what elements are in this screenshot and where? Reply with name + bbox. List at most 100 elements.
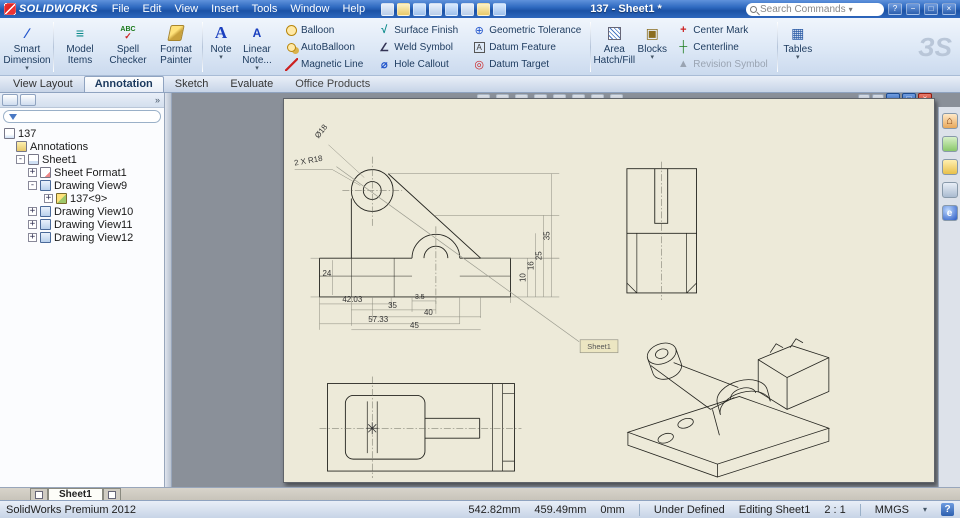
dim-r3[interactable]: 25 xyxy=(534,251,543,260)
dim-diameter[interactable]: Ø18 xyxy=(313,122,330,140)
view-palette-icon[interactable] xyxy=(941,182,958,198)
sheet-tab-active[interactable]: Sheet1 xyxy=(48,488,103,500)
dim-b6[interactable]: 45 xyxy=(410,321,419,330)
help-button[interactable]: ? xyxy=(887,3,902,15)
tree-item-drawing-view9[interactable]: - Drawing View9 xyxy=(0,179,164,192)
tree-item-drawing-view11[interactable]: + Drawing View11 xyxy=(0,218,164,231)
collapse-panel-icon[interactable]: » xyxy=(155,95,162,105)
select-icon[interactable] xyxy=(461,2,475,16)
appearances-icon[interactable]: e xyxy=(941,205,958,221)
autoballoon-button[interactable]: AutoBalloon xyxy=(280,39,367,55)
chevron-down-icon[interactable]: ▾ xyxy=(796,54,800,61)
spell-checker-button[interactable]: ABC ✓ Spell Checker xyxy=(105,20,151,74)
chevron-down-icon[interactable]: ▾ xyxy=(255,65,259,72)
tree-item-sheet-format1[interactable]: + Sheet Format1 xyxy=(0,166,164,179)
minimize-button[interactable]: − xyxy=(905,3,920,15)
sheet-scroll-tab[interactable] xyxy=(102,488,121,500)
dim-r1[interactable]: 10 xyxy=(518,273,527,282)
surface-finish-button[interactable]: √ Surface Finish xyxy=(373,22,462,38)
chevron-down-icon[interactable]: ▾ xyxy=(219,54,223,61)
smart-dimension-button[interactable]: ∕ Smart Dimension ▾ xyxy=(3,20,50,74)
format-painter-button[interactable]: Format Painter xyxy=(153,20,199,74)
menu-insert[interactable]: Insert xyxy=(205,2,245,16)
centerline-button[interactable]: ┼ Centerline xyxy=(672,39,771,55)
expand-toggle[interactable]: + xyxy=(28,168,37,177)
datum-feature-button[interactable]: A Datum Feature xyxy=(468,39,585,55)
expand-toggle[interactable]: + xyxy=(28,233,37,242)
area-hatch-button[interactable]: Area Hatch/Fill xyxy=(593,20,635,74)
dim-r4[interactable]: 35 xyxy=(542,231,551,240)
solidworks-resources-icon[interactable]: ⌂ xyxy=(941,113,958,129)
expand-toggle[interactable]: + xyxy=(28,220,37,229)
menu-tools[interactable]: Tools xyxy=(246,2,284,16)
note-button[interactable]: A Note ▾ xyxy=(206,20,236,74)
save-icon[interactable] xyxy=(413,2,427,16)
magnetic-line-button[interactable]: Magnetic Line xyxy=(280,56,367,72)
chevron-down-icon[interactable]: ▾ xyxy=(25,65,29,72)
expand-toggle[interactable]: + xyxy=(28,207,37,216)
undo-icon[interactable] xyxy=(445,2,459,16)
search-commands-box[interactable]: Search Commands ▾ xyxy=(745,2,884,16)
menu-view[interactable]: View xyxy=(168,2,204,16)
drawing-view-top[interactable] xyxy=(319,376,522,479)
expand-toggle[interactable]: + xyxy=(44,194,53,203)
menu-edit[interactable]: Edit xyxy=(137,2,168,16)
tab-sketch[interactable]: Sketch xyxy=(164,76,220,92)
linear-note-button[interactable]: A Linear Note... ▾ xyxy=(238,20,276,74)
status-help-icon[interactable]: ? xyxy=(941,503,954,516)
rebuild-icon[interactable] xyxy=(477,2,491,16)
panel-splitter[interactable] xyxy=(165,93,172,487)
tab-annotation[interactable]: Annotation xyxy=(83,76,164,92)
drawing-view-side[interactable] xyxy=(626,161,697,300)
design-library-icon[interactable] xyxy=(941,136,958,152)
sheet-note[interactable]: Sheet1 xyxy=(579,339,619,354)
graphics-area[interactable]: − □ × xyxy=(172,93,960,487)
chevron-down-icon[interactable]: ▾ xyxy=(651,54,655,61)
dim-b3[interactable]: 40 xyxy=(424,308,433,317)
chevron-down-icon[interactable]: ▾ xyxy=(923,505,927,514)
collapse-toggle[interactable]: - xyxy=(16,155,25,164)
balloon-button[interactable]: Balloon xyxy=(280,22,367,38)
new-document-icon[interactable] xyxy=(381,2,395,16)
menu-window[interactable]: Window xyxy=(284,2,335,16)
center-mark-button[interactable]: + Center Mark xyxy=(672,22,771,38)
dim-b2[interactable]: 35 xyxy=(388,301,397,310)
model-items-button[interactable]: ≡ Model Items xyxy=(57,20,103,74)
tree-filter-box[interactable] xyxy=(3,110,161,123)
property-manager-tab-icon[interactable] xyxy=(20,94,36,106)
tab-view-layout[interactable]: View Layout xyxy=(2,76,84,92)
menu-file[interactable]: File xyxy=(106,2,136,16)
dim-b5[interactable]: 57.33 xyxy=(368,315,388,324)
tab-office-products[interactable]: Office Products xyxy=(284,76,381,92)
drawing-sheet[interactable]: Ø18 2 X R18 24 42.03 35 40 3.5 57.33 45 … xyxy=(283,98,935,483)
status-units[interactable]: MMGS xyxy=(875,504,909,516)
datum-target-button[interactable]: ◎ Datum Target xyxy=(468,56,585,72)
file-explorer-icon[interactable] xyxy=(941,159,958,175)
tree-item-drawing-view12[interactable]: + Drawing View12 xyxy=(0,231,164,244)
maximize-button[interactable]: □ xyxy=(923,3,938,15)
dim-b4[interactable]: 3.5 xyxy=(415,294,425,301)
hole-callout-button[interactable]: ⌀ Hole Callout xyxy=(373,56,462,72)
close-button[interactable]: × xyxy=(941,3,956,15)
blocks-button[interactable]: ▣ Blocks ▾ xyxy=(636,20,668,74)
tree-item-137-9[interactable]: + 137<9> xyxy=(0,192,164,205)
dim-radius[interactable]: 2 X R18 xyxy=(293,154,323,168)
tree-item-root[interactable]: 137 xyxy=(0,127,164,140)
feature-tree-tab-icon[interactable] xyxy=(2,94,18,106)
dim-b1[interactable]: 42.03 xyxy=(342,295,362,304)
dim-r2[interactable]: 16 xyxy=(526,261,535,270)
tree-item-annotations[interactable]: Annotations xyxy=(0,140,164,153)
weld-symbol-button[interactable]: ∠ Weld Symbol xyxy=(373,39,462,55)
geometric-tolerance-button[interactable]: ⊕ Geometric Tolerance xyxy=(468,22,585,38)
dim-height[interactable]: 24 xyxy=(322,269,331,278)
collapse-toggle[interactable]: - xyxy=(28,181,37,190)
tables-button[interactable]: ▦ Tables ▾ xyxy=(781,20,815,74)
menu-help[interactable]: Help xyxy=(336,2,371,16)
open-icon[interactable] xyxy=(397,2,411,16)
tree-item-sheet1[interactable]: - Sheet1 xyxy=(0,153,164,166)
tree-item-drawing-view10[interactable]: + Drawing View10 xyxy=(0,205,164,218)
options-icon[interactable] xyxy=(493,2,507,16)
add-sheet-tab[interactable] xyxy=(30,488,48,500)
chevron-down-icon[interactable]: ▾ xyxy=(849,5,853,14)
tab-evaluate[interactable]: Evaluate xyxy=(219,76,284,92)
